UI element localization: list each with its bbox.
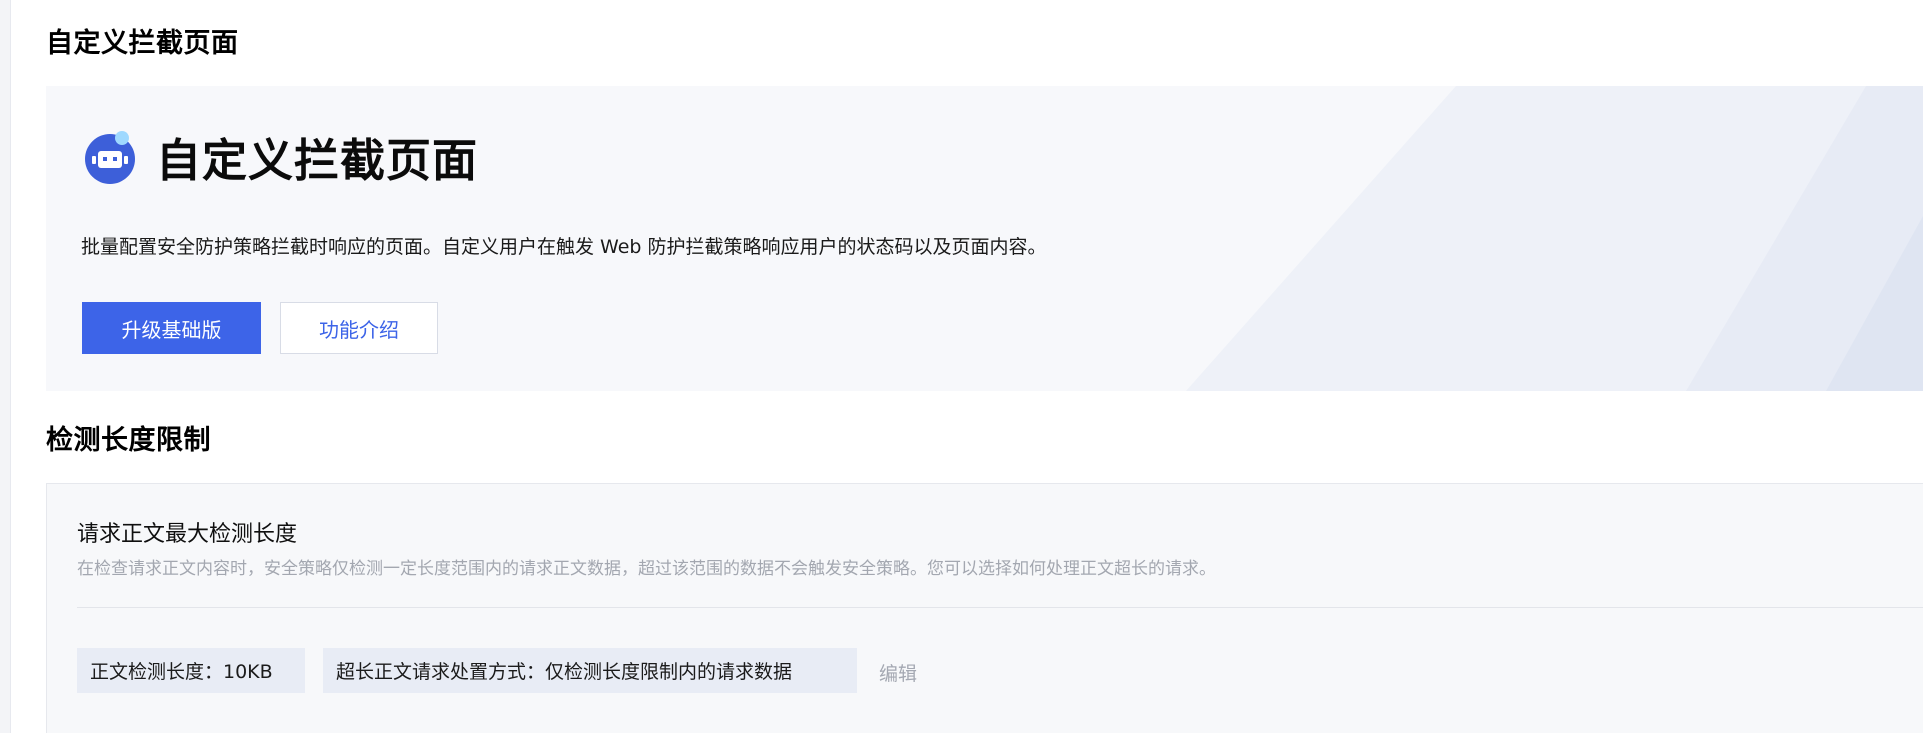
detection-length-card: 请求正文最大检测长度 在检查请求正文内容时，安全策略仅检测一定长度范围内的请求正… bbox=[46, 483, 1923, 733]
detection-length-tag: 正文检测长度：10KB bbox=[77, 648, 305, 693]
upgrade-basic-button[interactable]: 升级基础版 bbox=[82, 302, 261, 354]
divider bbox=[77, 607, 1923, 608]
left-edge-panel bbox=[0, 0, 11, 733]
banner-header: 自定义拦截页面 bbox=[84, 124, 478, 189]
section-title-detection-length: 检测长度限制 bbox=[46, 425, 211, 456]
overlength-handling-tag: 超长正文请求处置方式：仅检测长度限制内的请求数据 bbox=[323, 648, 857, 693]
card-description: 在检查请求正文内容时，安全策略仅检测一定长度范围内的请求正文数据，超过该范围的数… bbox=[77, 559, 1216, 579]
card-title: 请求正文最大检测长度 bbox=[77, 522, 298, 547]
banner-description: 批量配置安全防护策略拦截时响应的页面。自定义用户在触发 Web 防护拦截策略响应… bbox=[81, 236, 1047, 258]
banner-title: 自定义拦截页面 bbox=[156, 134, 479, 187]
custom-block-page-banner: 自定义拦截页面 批量配置安全防护策略拦截时响应的页面。自定义用户在触发 Web … bbox=[46, 86, 1923, 391]
feature-intro-button[interactable]: 功能介绍 bbox=[280, 302, 438, 354]
edit-link[interactable]: 编辑 bbox=[879, 659, 917, 686]
robot-icon bbox=[85, 130, 135, 184]
section-title-custom-block-page: 自定义拦截页面 bbox=[46, 28, 239, 59]
